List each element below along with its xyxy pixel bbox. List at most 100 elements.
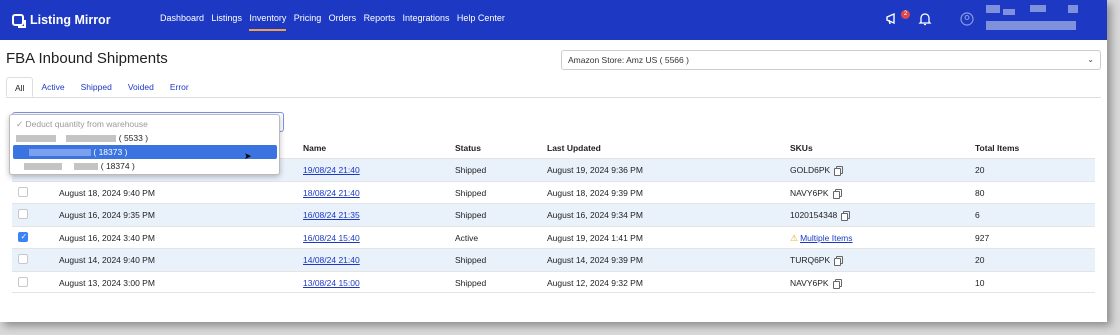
- status-text: Shipped: [455, 187, 487, 198]
- user-avatar-icon[interactable]: [959, 11, 975, 27]
- created-date: August 13, 2024 3:00 PM: [59, 277, 155, 288]
- tab-active[interactable]: Active: [33, 77, 72, 97]
- nav-pricing[interactable]: Pricing: [294, 0, 322, 40]
- sku-text: NAVY6PK: [790, 277, 829, 288]
- main-nav: Dashboard Listings Inventory Pricing Ord…: [160, 0, 512, 40]
- dropdown-option-selected[interactable]: ( 18373 ): [13, 145, 277, 159]
- redacted-account-email: [986, 21, 1076, 30]
- tab-shipped[interactable]: Shipped: [73, 77, 120, 97]
- table-row[interactable]: August 14, 2024 9:40 PM 14/08/24 21:40 S…: [12, 248, 1095, 271]
- page-title: FBA Inbound Shipments: [6, 50, 168, 67]
- logo[interactable]: Listing Mirror: [12, 10, 111, 30]
- mouse-cursor-icon: ➤: [244, 151, 252, 161]
- nav-listings[interactable]: Listings: [211, 0, 242, 40]
- shipment-name-link[interactable]: 18/08/24 21:40: [303, 188, 360, 198]
- copy-icon[interactable]: [834, 166, 844, 176]
- last-updated: August 18, 2024 9:39 PM: [547, 187, 643, 198]
- redacted-warehouse-name: [16, 135, 56, 142]
- status-text: Shipped: [455, 255, 487, 265]
- nav-reports[interactable]: Reports: [364, 0, 396, 40]
- redacted-account-name: [1068, 5, 1078, 13]
- row-checkbox[interactable]: [18, 254, 28, 264]
- shipment-name-link[interactable]: 14/08/24 21:40: [303, 255, 360, 265]
- redacted-account-name: [1003, 9, 1015, 15]
- dropdown-option-label: ( 18373 ): [93, 147, 128, 157]
- dropdown-option[interactable]: ( 18374 ): [10, 159, 279, 173]
- table-row[interactable]: August 16, 2024 9:35 PM 16/08/24 21:35 S…: [12, 203, 1095, 226]
- row-checkbox[interactable]: [18, 186, 28, 197]
- app-window: Listing Mirror Dashboard Listings Invent…: [0, 0, 1107, 322]
- nav-integrations[interactable]: Integrations: [402, 0, 449, 40]
- row-checkbox[interactable]: [18, 209, 28, 219]
- tab-error[interactable]: Error: [162, 77, 197, 97]
- sku-cell: GOLD6PK: [790, 165, 844, 176]
- shipment-name-link[interactable]: 16/08/24 21:35: [303, 210, 360, 220]
- tab-all[interactable]: All: [6, 77, 34, 97]
- top-navbar: Listing Mirror Dashboard Listings Invent…: [0, 0, 1107, 40]
- total-items: 80: [975, 187, 985, 198]
- dropdown-option[interactable]: ( 5533 ): [10, 131, 279, 145]
- sku-text: 1020154348: [790, 210, 838, 220]
- created-date: August 16, 2024 3:40 PM: [59, 232, 155, 243]
- dropdown-placeholder: ✓ Deduct quantity from warehouse: [16, 119, 148, 129]
- copy-icon[interactable]: [832, 278, 842, 289]
- redacted-warehouse-name: [29, 149, 91, 156]
- sku-text: GOLD6PK: [790, 165, 831, 175]
- column-header-skus[interactable]: SKUs: [790, 143, 813, 153]
- tab-divider: [6, 97, 1101, 98]
- copy-icon[interactable]: [832, 188, 842, 199]
- total-items: 927: [975, 232, 990, 243]
- nav-orders[interactable]: Orders: [329, 0, 357, 40]
- sku-cell: ⚠ Multiple Items: [790, 233, 853, 244]
- shipment-name-link[interactable]: 16/08/24 15:40: [303, 233, 360, 243]
- store-select[interactable]: Amazon Store: Amz US ( 5566 ) ⌄: [561, 50, 1101, 70]
- sku-cell: NAVY6PK: [790, 188, 842, 199]
- total-items: 20: [975, 255, 985, 265]
- created-date: August 18, 2024 9:40 PM: [59, 187, 155, 198]
- sku-cell: 1020154348: [790, 210, 851, 221]
- status-text: Shipped: [455, 165, 487, 175]
- sku-cell: NAVY6PK: [790, 277, 842, 289]
- column-header-status[interactable]: Status: [455, 143, 481, 153]
- status-text: Active: [455, 232, 479, 243]
- created-date: August 16, 2024 9:35 PM: [59, 210, 155, 220]
- last-updated: August 19, 2024 9:36 PM: [547, 165, 643, 175]
- notification-badge: 2: [901, 10, 910, 19]
- chevron-down-icon: ⌄: [1087, 55, 1094, 64]
- last-updated: August 12, 2024 9:32 PM: [547, 277, 643, 288]
- tab-voided[interactable]: Voided: [120, 77, 162, 97]
- sku-text: TURQ6PK: [790, 255, 831, 265]
- megaphone-icon[interactable]: [885, 11, 901, 27]
- store-select-value: Amazon Store: Amz US ( 5566 ): [568, 55, 689, 65]
- column-header-total-items[interactable]: Total Items: [975, 143, 1019, 153]
- dropdown-option-label: ( 18374 ): [100, 161, 135, 171]
- nav-help-center[interactable]: Help Center: [457, 0, 505, 40]
- status-text: Shipped: [455, 277, 487, 288]
- column-header-name[interactable]: Name: [303, 143, 326, 153]
- redacted-account-name: [1030, 5, 1046, 12]
- nav-dashboard[interactable]: Dashboard: [160, 0, 204, 40]
- dropdown-option-label: ( 5533 ): [118, 133, 149, 143]
- total-items: 10: [975, 277, 985, 288]
- column-header-last-updated[interactable]: Last Updated: [547, 143, 601, 153]
- bell-icon[interactable]: [917, 11, 933, 27]
- copy-icon[interactable]: [841, 211, 851, 221]
- table-row[interactable]: August 16, 2024 3:40 PM 16/08/24 15:40 A…: [12, 225, 1095, 249]
- redacted-warehouse-name: [74, 163, 99, 170]
- shipment-name-link[interactable]: 13/08/24 15:00: [303, 278, 360, 288]
- table-row[interactable]: August 18, 2024 9:40 PM 18/08/24 21:40 S…: [12, 180, 1095, 204]
- last-updated: August 14, 2024 9:39 PM: [547, 255, 643, 265]
- row-checkbox-checked[interactable]: [18, 231, 28, 242]
- created-date: August 14, 2024 9:40 PM: [59, 255, 155, 265]
- multiple-items-link[interactable]: Multiple Items: [800, 233, 852, 243]
- last-updated: August 16, 2024 9:34 PM: [547, 210, 643, 220]
- nav-inventory[interactable]: Inventory: [249, 0, 287, 40]
- redacted-account-name: [986, 5, 1000, 13]
- last-updated: August 19, 2024 1:41 PM: [547, 232, 643, 243]
- logo-text: Listing Mirror: [30, 13, 111, 27]
- shipment-name-link[interactable]: 19/08/24 21:40: [303, 165, 360, 175]
- table-row[interactable]: August 13, 2024 3:00 PM 13/08/24 15:00 S…: [12, 270, 1095, 293]
- redacted-warehouse-name: [24, 163, 62, 170]
- copy-icon[interactable]: [834, 256, 844, 266]
- row-checkbox[interactable]: [18, 276, 28, 287]
